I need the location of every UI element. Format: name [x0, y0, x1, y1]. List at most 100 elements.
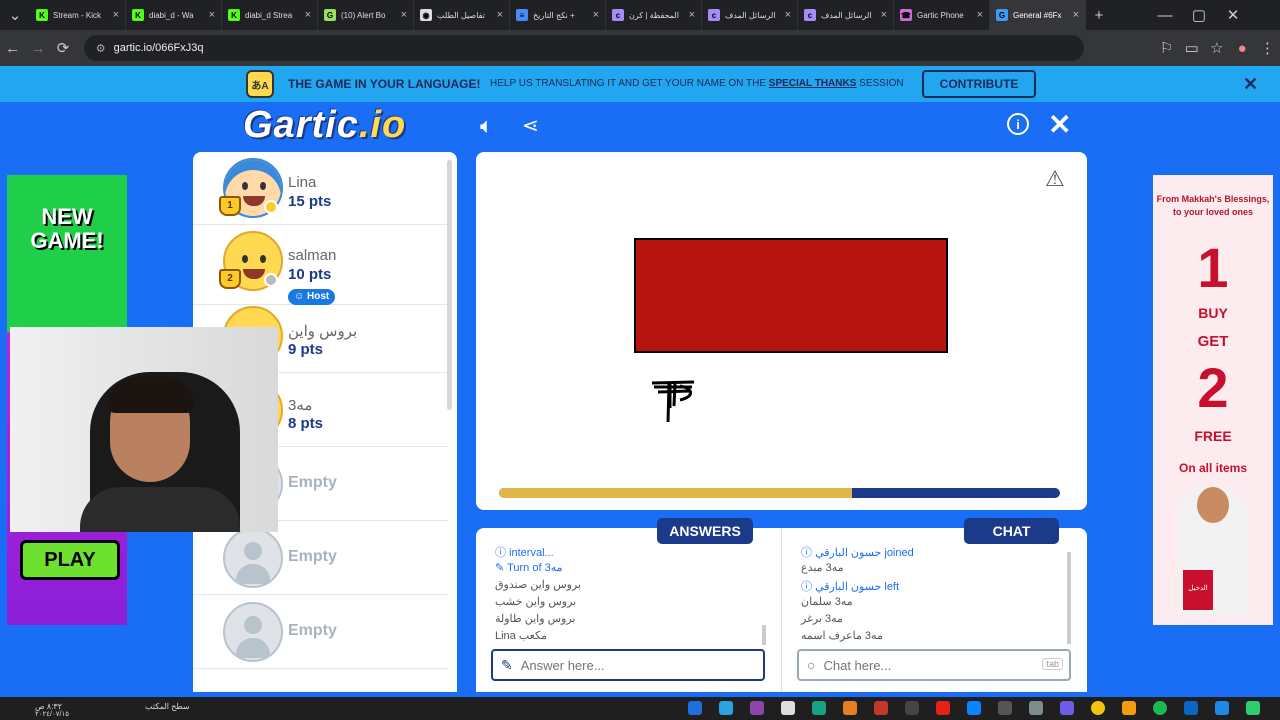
tab-close-icon[interactable]: ×	[113, 9, 119, 21]
player-card[interactable]: 1 Lina 15 pts	[193, 152, 449, 225]
player-card[interactable]: 2 salman 10 pts ☺ Host	[193, 225, 449, 305]
taskbar-telegram-icon[interactable]	[719, 701, 733, 715]
taskbar-date[interactable]: ٢٠٢٤/٠٧/١٥	[35, 710, 69, 718]
taskbar-desktop-label[interactable]: سطح المكتب	[145, 702, 190, 711]
system-message: ⓘ حسون البارقي joined	[801, 544, 914, 560]
taskbar-app-icon-8[interactable]	[1060, 701, 1074, 715]
tab-close-icon[interactable]: ×	[593, 9, 599, 21]
right-advertisement[interactable]: From Makkah's Blessings, to your loved o…	[1153, 175, 1273, 625]
contribute-button[interactable]: CONTRIBUTE	[922, 70, 1036, 98]
close-window-icon[interactable]: ✕	[1220, 6, 1246, 24]
maximize-icon[interactable]: ▢	[1186, 6, 1212, 24]
pencil-icon: ✎	[501, 656, 513, 673]
chat-input[interactable]	[823, 657, 1024, 673]
taskbar-app-icon-3[interactable]	[843, 701, 857, 715]
browser-tab-label: General #6Fx	[1013, 10, 1062, 20]
browser-menu-icon[interactable]: ⋮	[1255, 39, 1280, 57]
message-text: مه3 مبدع	[801, 562, 844, 574]
sound-icon[interactable]: 🔈︎	[480, 113, 493, 139]
taskbar-app-icon[interactable]	[688, 701, 702, 715]
back-icon[interactable]: ←	[0, 40, 25, 57]
tab-close-icon[interactable]: ×	[785, 9, 791, 21]
tab-close-icon[interactable]: ×	[305, 9, 311, 21]
info-icon[interactable]: i	[1007, 113, 1029, 135]
answer-field[interactable]: ✎	[491, 649, 765, 681]
report-warning-icon[interactable]: ⚠	[1045, 166, 1065, 192]
browser-tab[interactable]: G General #6Fx ×	[990, 0, 1086, 30]
taskbar-discord-icon[interactable]	[750, 701, 764, 715]
browser-tab[interactable]: c المحفظة | كرن ×	[606, 0, 702, 30]
banner-close-icon[interactable]: ✕	[1243, 74, 1258, 95]
translation-banner: あA THE GAME IN YOUR LANGUAGE! HELP US TR…	[0, 66, 1280, 102]
tab-close-icon[interactable]: ×	[401, 9, 407, 21]
taskbar-app-icon-7[interactable]	[1029, 701, 1043, 715]
answer-input[interactable]	[520, 657, 721, 673]
taskbar-app-icon-10[interactable]	[1215, 701, 1229, 715]
new-tab-icon[interactable]: +	[1086, 7, 1112, 24]
answers-scrollbar[interactable]	[762, 625, 766, 645]
player-points: 10 pts	[288, 266, 332, 283]
browser-tab[interactable]: ≡ نكج التاريخ + ×	[510, 0, 606, 30]
round-timer-fill	[499, 488, 853, 498]
player-list-scrollbar[interactable]	[447, 160, 452, 410]
browser-tab[interactable]: Kdiabi_d - Wa ×	[126, 0, 222, 30]
profile-avatar-icon[interactable]: ●	[1230, 40, 1255, 57]
system-message: ✎ Turn of مه3	[495, 561, 563, 574]
cast-icon[interactable]: ▭	[1179, 39, 1204, 57]
c-icon: c	[804, 9, 816, 21]
url-field[interactable]: ⚙ gartic.io/066FxJ3q	[83, 35, 1084, 61]
forward-icon[interactable]: →	[25, 40, 50, 57]
tab-search-icon[interactable]: ⌄	[0, 6, 30, 24]
url-text: gartic.io/066FxJ3q	[113, 42, 204, 54]
browser-tab[interactable]: ☎ Gartic Phone ×	[894, 0, 990, 30]
special-thanks-link[interactable]: SPECIAL THANKS	[769, 78, 857, 89]
user-message: مه3 ماعرف اسمه	[801, 629, 883, 642]
taskbar-youtube-icon[interactable]	[936, 701, 950, 715]
minimize-icon[interactable]: —	[1152, 7, 1178, 24]
taskbar-app-icon-5[interactable]	[905, 701, 919, 715]
taskbar-obs-icon[interactable]	[781, 701, 795, 715]
taskbar-files-icon[interactable]	[1122, 701, 1136, 715]
taskbar-app-icon-2[interactable]	[812, 701, 826, 715]
taskbar-app-icon-11[interactable]	[1246, 701, 1260, 715]
tab-close-icon[interactable]: ×	[977, 9, 983, 21]
taskbar-app-icon-6[interactable]	[998, 701, 1012, 715]
taskbar-app-icon-9[interactable]	[1184, 701, 1198, 715]
chat-field[interactable]: ○ tab	[797, 649, 1071, 681]
answers-tab[interactable]: ANSWERS	[657, 518, 753, 544]
chat-tab[interactable]: CHAT	[964, 518, 1059, 544]
browser-tab[interactable]: G (10) Alert Bo ×	[318, 0, 414, 30]
browser-tab-label: المحفظة | كرن	[629, 10, 679, 20]
exit-game-icon[interactable]: ✕	[1048, 108, 1071, 141]
tab-close-icon[interactable]: ×	[1073, 9, 1079, 21]
site-info-icon[interactable]: ⚙	[96, 42, 106, 55]
browser-tab[interactable]: ◉ تفاصيل الطلب ×	[414, 0, 510, 30]
taskbar-app-icon-4[interactable]	[874, 701, 888, 715]
player-card[interactable]: Empty	[193, 522, 449, 595]
taskbar-chrome-icon[interactable]	[1091, 701, 1105, 715]
ad-play-button[interactable]: PLAY	[20, 540, 120, 580]
user-message: بروس واين صندوق	[495, 578, 581, 591]
tab-close-icon[interactable]: ×	[209, 9, 215, 21]
tab-close-icon[interactable]: ×	[497, 9, 503, 21]
chat-scrollbar[interactable]	[1067, 552, 1071, 644]
translate-icon[interactable]: ⚐	[1154, 39, 1179, 57]
taskbar-edge-icon[interactable]	[967, 701, 981, 715]
tab-close-icon[interactable]: ×	[689, 9, 695, 21]
player-card[interactable]: Empty	[193, 596, 449, 669]
browser-tab[interactable]: c الرسائل المدف ×	[798, 0, 894, 30]
browser-tab[interactable]: c الرسائل المدف ×	[702, 0, 798, 30]
share-icon[interactable]: ⋖	[522, 113, 539, 138]
browser-tab-label: الرسائل المدف	[725, 10, 776, 20]
empty-avatar-icon	[223, 602, 283, 662]
browser-tab[interactable]: K Stream - Kick ×	[30, 0, 126, 30]
player-name: بروس واين	[288, 323, 358, 340]
browser-tab[interactable]: Kdiabi_d Strea ×	[222, 0, 318, 30]
tab-close-icon[interactable]: ×	[881, 9, 887, 21]
banner-subtitle: HELP US TRANSLATING IT AND GET YOUR NAME…	[490, 78, 904, 89]
bookmark-star-icon[interactable]: ☆	[1204, 39, 1229, 57]
taskbar-spotify-icon[interactable]	[1153, 701, 1167, 715]
player-status-dot	[264, 200, 278, 214]
reload-icon[interactable]: ⟳	[50, 39, 75, 57]
user-message: Lina مكعب	[495, 629, 547, 642]
